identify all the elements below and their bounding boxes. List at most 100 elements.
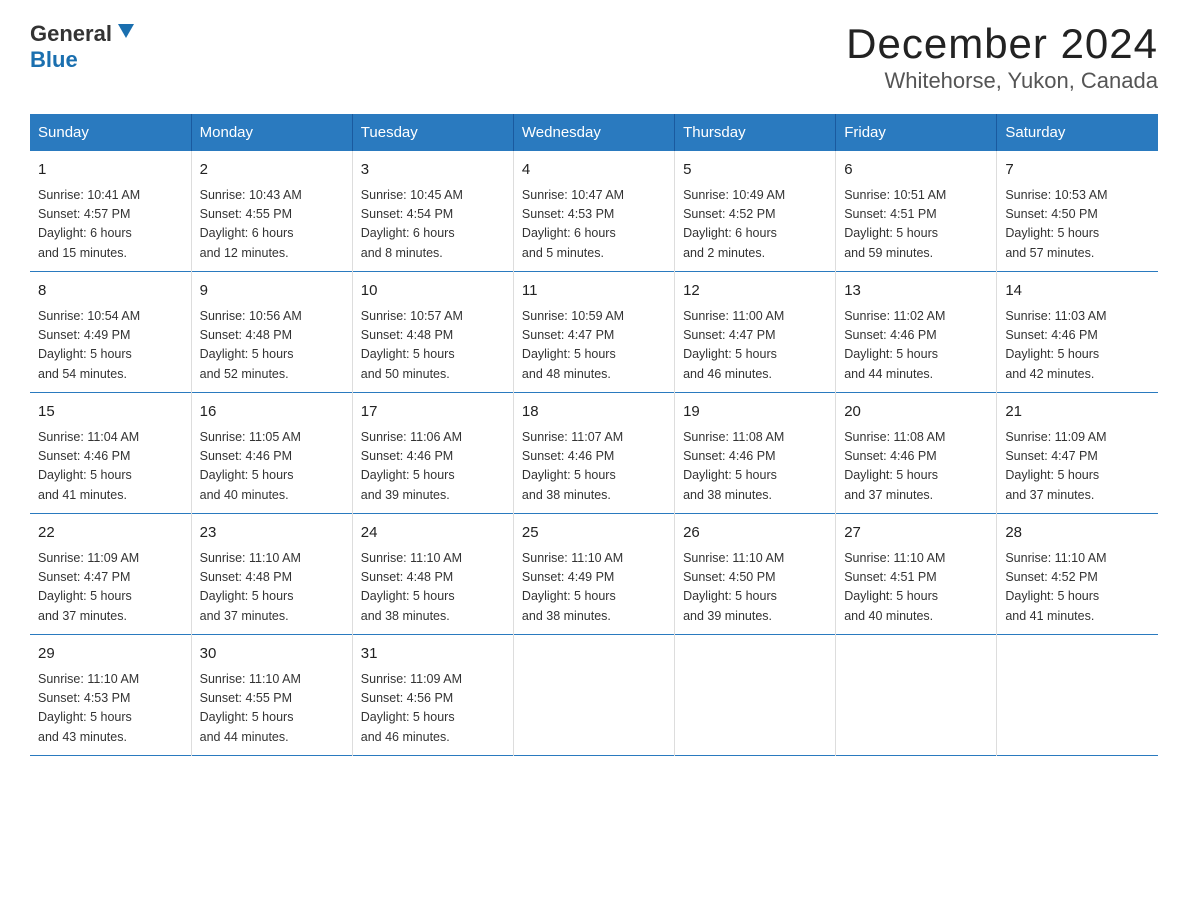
table-row: [513, 635, 674, 756]
day-number: 30: [200, 643, 344, 666]
day-number: 26: [683, 522, 827, 545]
day-info: Sunrise: 10:51 AM Sunset: 4:51 PM Daylig…: [844, 186, 988, 264]
table-row: 20Sunrise: 11:08 AM Sunset: 4:46 PM Dayl…: [836, 393, 997, 514]
table-row: 1 Sunrise: 10:41 AM Sunset: 4:57 PM Dayli…: [30, 151, 191, 272]
day-info: Sunrise: 10:43 AM Sunset: 4:55 PM Daylig…: [200, 186, 344, 264]
table-row: 22 Sunrise: 11:09 AM Sunset: 4:47 PM Dayl…: [30, 514, 191, 635]
day-number: 16: [200, 401, 344, 424]
col-friday: Friday: [836, 114, 997, 151]
day-number: 3: [361, 159, 505, 182]
table-row: 5 Sunrise: 10:49 AM Sunset: 4:52 PM Dayli…: [675, 151, 836, 272]
day-number: 14: [1005, 280, 1150, 303]
day-info: Sunrise: 10:45 AM Sunset: 4:54 PM Daylig…: [361, 186, 505, 264]
day-number: 2: [200, 159, 344, 182]
table-row: 16 Sunrise: 11:05 AM Sunset: 4:46 PM Dayl…: [191, 393, 352, 514]
table-row: 17 Sunrise: 11:06 AM Sunset: 4:46 PM Dayl…: [352, 393, 513, 514]
day-number: 5: [683, 159, 827, 182]
day-number: 21: [1005, 401, 1150, 424]
day-info: Sunrise: 10:56 AM Sunset: 4:48 PM Daylig…: [200, 307, 344, 385]
table-row: 27 Sunrise: 11:10 AM Sunset: 4:51 PM Dayl…: [836, 514, 997, 635]
day-number: 11: [522, 280, 666, 303]
day-info: Sunrise: 10:59 AM Sunset: 4:47 PM Daylig…: [522, 307, 666, 385]
day-number: 15: [38, 401, 183, 424]
page-header: General Blue December 2024 Whitehorse, Y…: [30, 20, 1158, 94]
day-info: Sunrise: 11:00 AM Sunset: 4:47 PM Daylig…: [683, 307, 827, 385]
day-info: Sunrise: 10:57 AM Sunset: 4:48 PM Daylig…: [361, 307, 505, 385]
table-row: 29 Sunrise: 11:10 AM Sunset: 4:53 PM Dayl…: [30, 635, 191, 756]
day-info: Sunrise: 11:10 AM Sunset: 4:48 PM Daylig…: [200, 549, 344, 627]
table-row: [997, 635, 1158, 756]
day-info: Sunrise: 11:02 AM Sunset: 4:46 PM Daylig…: [844, 307, 988, 385]
col-monday: Monday: [191, 114, 352, 151]
day-info: Sunrise: 11:09 AM Sunset: 4:47 PM Daylig…: [38, 549, 183, 627]
day-number: 13: [844, 280, 988, 303]
table-row: 8Sunrise: 10:54 AM Sunset: 4:49 PM Dayli…: [30, 272, 191, 393]
table-row: 19 Sunrise: 11:08 AM Sunset: 4:46 PM Dayl…: [675, 393, 836, 514]
day-number: 27: [844, 522, 988, 545]
table-row: 7 Sunrise: 10:53 AM Sunset: 4:50 PM Dayli…: [997, 151, 1158, 272]
title-block: December 2024 Whitehorse, Yukon, Canada: [846, 20, 1158, 94]
day-number: 29: [38, 643, 183, 666]
day-number: 25: [522, 522, 666, 545]
day-info: Sunrise: 11:06 AM Sunset: 4:46 PM Daylig…: [361, 428, 505, 506]
day-number: 23: [200, 522, 344, 545]
day-number: 24: [361, 522, 505, 545]
table-row: 24 Sunrise: 11:10 AM Sunset: 4:48 PM Dayl…: [352, 514, 513, 635]
day-number: 31: [361, 643, 505, 666]
table-row: 26Sunrise: 11:10 AM Sunset: 4:50 PM Dayl…: [675, 514, 836, 635]
table-row: 2 Sunrise: 10:43 AM Sunset: 4:55 PM Dayli…: [191, 151, 352, 272]
day-number: 4: [522, 159, 666, 182]
day-info: Sunrise: 10:54 AM Sunset: 4:49 PM Daylig…: [38, 307, 183, 385]
table-row: 23 Sunrise: 11:10 AM Sunset: 4:48 PM Dayl…: [191, 514, 352, 635]
table-row: [836, 635, 997, 756]
day-info: Sunrise: 10:47 AM Sunset: 4:53 PM Daylig…: [522, 186, 666, 264]
day-number: 28: [1005, 522, 1150, 545]
table-row: 6 Sunrise: 10:51 AM Sunset: 4:51 PM Dayli…: [836, 151, 997, 272]
table-row: 10Sunrise: 10:57 AM Sunset: 4:48 PM Dayl…: [352, 272, 513, 393]
day-number: 22: [38, 522, 183, 545]
day-info: Sunrise: 11:10 AM Sunset: 4:48 PM Daylig…: [361, 549, 505, 627]
day-info: Sunrise: 11:10 AM Sunset: 4:52 PM Daylig…: [1005, 549, 1150, 627]
table-row: 15 Sunrise: 11:04 AM Sunset: 4:46 PM Dayl…: [30, 393, 191, 514]
logo-arrow-icon: [116, 20, 138, 42]
day-number: 18: [522, 401, 666, 424]
day-info: Sunrise: 11:08 AM Sunset: 4:46 PM Daylig…: [683, 428, 827, 506]
col-tuesday: Tuesday: [352, 114, 513, 151]
day-info: Sunrise: 11:10 AM Sunset: 4:53 PM Daylig…: [38, 670, 183, 748]
table-row: 9Sunrise: 10:56 AM Sunset: 4:48 PM Dayli…: [191, 272, 352, 393]
table-row: 3 Sunrise: 10:45 AM Sunset: 4:54 PM Dayli…: [352, 151, 513, 272]
day-info: Sunrise: 11:05 AM Sunset: 4:46 PM Daylig…: [200, 428, 344, 506]
day-number: 17: [361, 401, 505, 424]
table-row: [675, 635, 836, 756]
table-row: 14 Sunrise: 11:03 AM Sunset: 4:46 PM Dayl…: [997, 272, 1158, 393]
day-info: Sunrise: 11:03 AM Sunset: 4:46 PM Daylig…: [1005, 307, 1150, 385]
table-row: 4 Sunrise: 10:47 AM Sunset: 4:53 PM Dayli…: [513, 151, 674, 272]
day-info: Sunrise: 10:49 AM Sunset: 4:52 PM Daylig…: [683, 186, 827, 264]
logo-text-general: General: [30, 21, 112, 47]
table-row: 21 Sunrise: 11:09 AM Sunset: 4:47 PM Dayl…: [997, 393, 1158, 514]
calendar-header-row: Sunday Monday Tuesday Wednesday Thursday…: [30, 114, 1158, 151]
col-sunday: Sunday: [30, 114, 191, 151]
day-number: 12: [683, 280, 827, 303]
day-info: Sunrise: 10:53 AM Sunset: 4:50 PM Daylig…: [1005, 186, 1150, 264]
day-info: Sunrise: 11:10 AM Sunset: 4:51 PM Daylig…: [844, 549, 988, 627]
page-title: December 2024: [846, 20, 1158, 68]
day-info: Sunrise: 11:10 AM Sunset: 4:55 PM Daylig…: [200, 670, 344, 748]
day-info: Sunrise: 11:04 AM Sunset: 4:46 PM Daylig…: [38, 428, 183, 506]
day-info: Sunrise: 11:09 AM Sunset: 4:47 PM Daylig…: [1005, 428, 1150, 506]
day-info: Sunrise: 11:09 AM Sunset: 4:56 PM Daylig…: [361, 670, 505, 748]
day-number: 6: [844, 159, 988, 182]
logo: General Blue: [30, 20, 138, 73]
day-number: 7: [1005, 159, 1150, 182]
day-number: 19: [683, 401, 827, 424]
table-row: 28 Sunrise: 11:10 AM Sunset: 4:52 PM Dayl…: [997, 514, 1158, 635]
day-info: Sunrise: 11:07 AM Sunset: 4:46 PM Daylig…: [522, 428, 666, 506]
table-row: 31 Sunrise: 11:09 AM Sunset: 4:56 PM Dayl…: [352, 635, 513, 756]
day-number: 1: [38, 159, 183, 182]
day-info: Sunrise: 10:41 AM Sunset: 4:57 PM Daylig…: [38, 186, 183, 264]
table-row: 13 Sunrise: 11:02 AM Sunset: 4:46 PM Dayl…: [836, 272, 997, 393]
table-row: 12 Sunrise: 11:00 AM Sunset: 4:47 PM Dayl…: [675, 272, 836, 393]
day-info: Sunrise: 11:10 AM Sunset: 4:49 PM Daylig…: [522, 549, 666, 627]
col-wednesday: Wednesday: [513, 114, 674, 151]
col-saturday: Saturday: [997, 114, 1158, 151]
